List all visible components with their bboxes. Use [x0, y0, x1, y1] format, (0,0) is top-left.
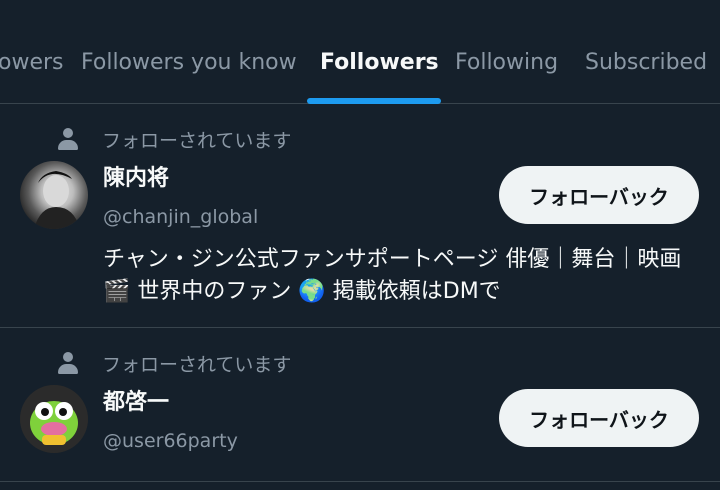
follows-you-label: フォローされています — [102, 353, 292, 376]
user-names: 陳内将 @chanjin_global — [103, 162, 258, 232]
user-handle[interactable]: @chanjin_global — [103, 202, 258, 232]
person-icon — [58, 128, 78, 150]
user-names: 都啓一 @user66party — [103, 386, 238, 456]
follow-back-button[interactable]: フォローバック — [499, 389, 699, 447]
user-handle[interactable]: @user66party — [103, 426, 238, 456]
display-name[interactable]: 陳内将 — [103, 162, 258, 196]
user-cell[interactable]: フォローされています 都啓一 @user66party フォローバック — [0, 328, 720, 482]
tab-followers-truncated[interactable]: owers — [0, 46, 64, 80]
tab-followers-you-know[interactable]: Followers you know — [81, 46, 297, 80]
follow-back-button[interactable]: フォローバック — [499, 166, 699, 224]
avatar[interactable] — [20, 385, 88, 453]
follows-you-label: フォローされています — [102, 129, 292, 152]
tab-followers[interactable]: Followers — [320, 46, 439, 80]
user-cell[interactable]: フォローされています 陳内将 @chanjin_global フォローバック チ… — [0, 104, 720, 328]
tab-subscribed[interactable]: Subscribed — [585, 46, 707, 80]
display-name[interactable]: 都啓一 — [103, 386, 238, 420]
person-icon — [58, 352, 78, 374]
avatar[interactable] — [20, 161, 88, 229]
tab-bar: owers Followers you know Followers Follo… — [0, 0, 720, 104]
social-context: フォローされています — [58, 122, 291, 156]
user-bio: チャン・ジン公式ファンサポートページ 俳優｜舞台｜映画 🎬 世界中のファン 🌍 … — [103, 247, 682, 304]
social-context: フォローされています — [58, 346, 291, 380]
tab-following[interactable]: Following — [455, 46, 558, 80]
